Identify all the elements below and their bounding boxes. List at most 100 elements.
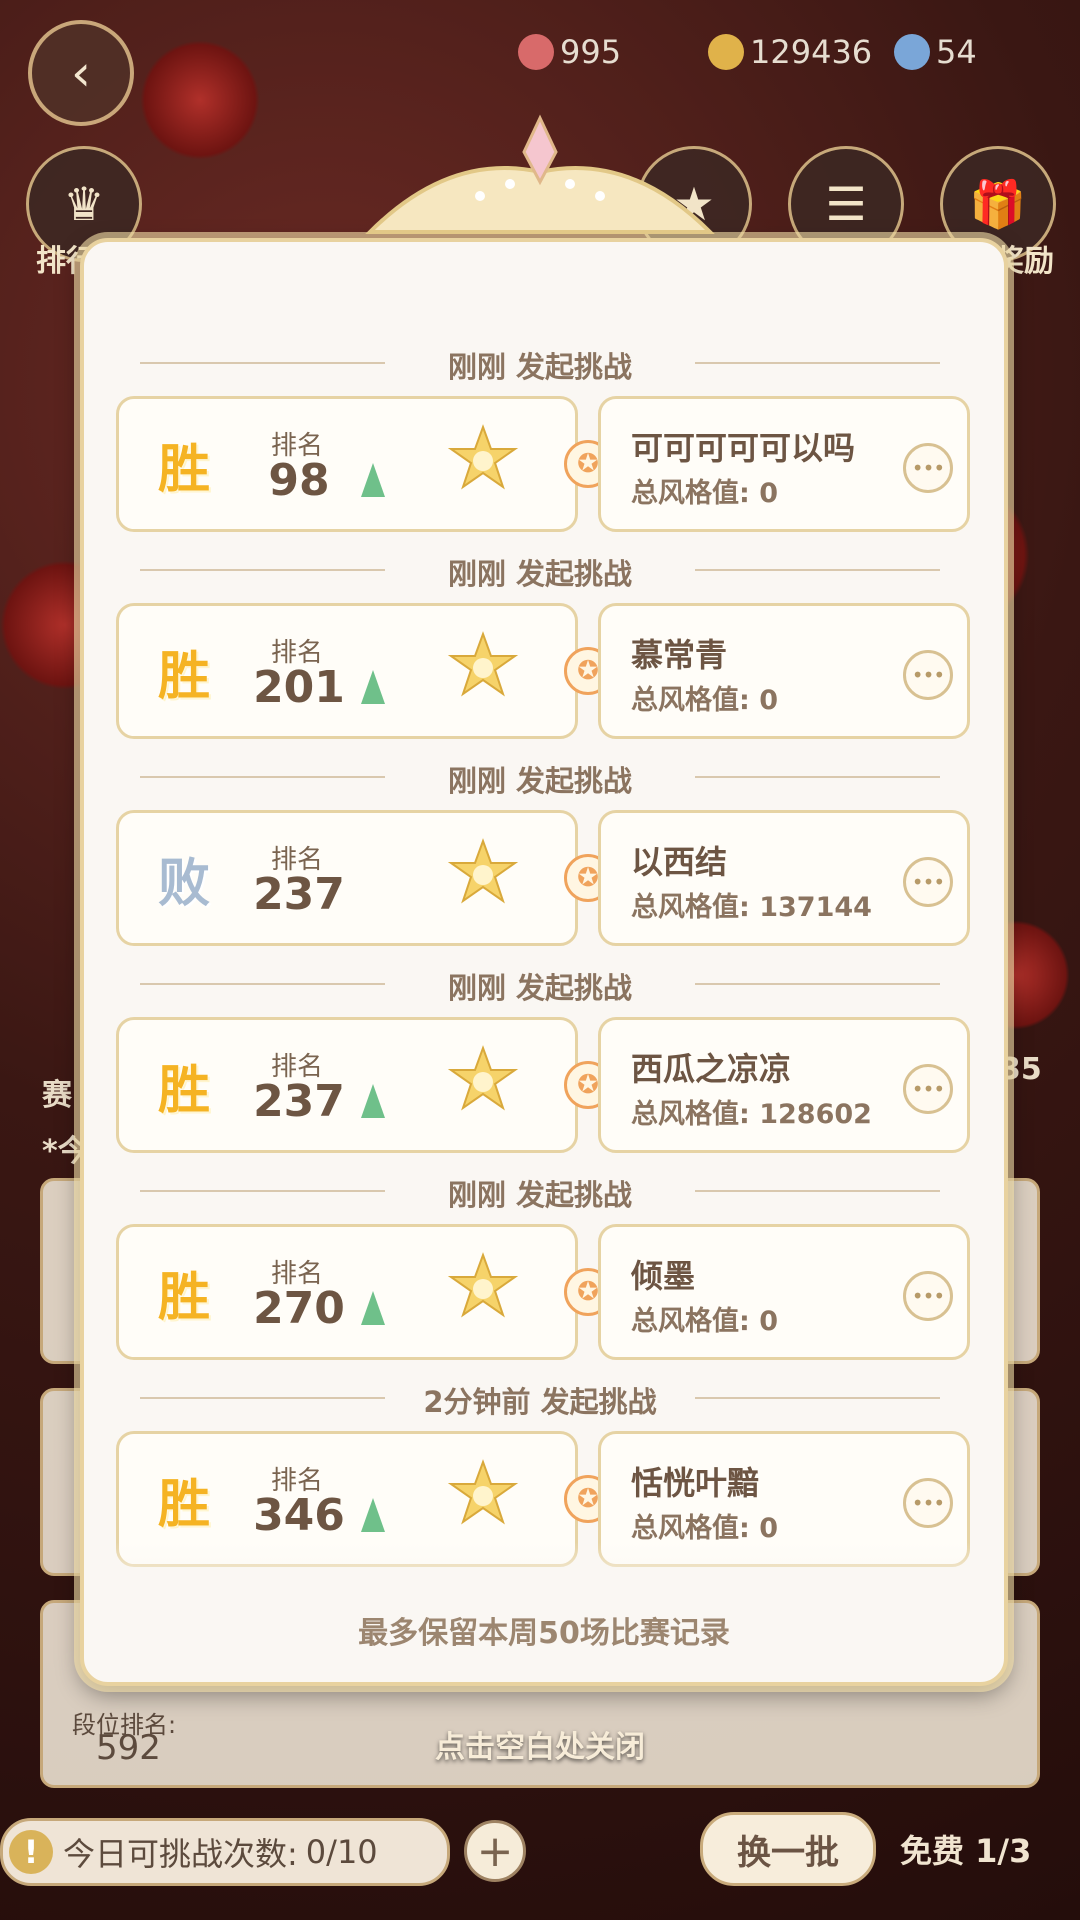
entry-header: 刚刚 发起挑战 [140, 549, 940, 591]
opponent-name: 可可可可可以吗 [631, 429, 856, 467]
top-bar: ‹ 995 129436 54 [0, 0, 1080, 126]
more-options-button[interactable]: ••• [903, 1064, 953, 1114]
back-button[interactable]: ‹ [28, 20, 134, 126]
entry-header: 刚刚 发起挑战 [140, 342, 940, 384]
rank-up-icon [361, 670, 385, 704]
more-options-button[interactable]: ••• [903, 1271, 953, 1321]
opponent-card: 西瓜之凉凉 总风格值: 128602 ••• [598, 1017, 970, 1153]
entry-header: 刚刚 发起挑战 [140, 963, 940, 1005]
gem-icon [518, 34, 554, 70]
trophy-icon: ♛ [63, 177, 105, 231]
result-card: 败 排名 237 [116, 810, 578, 946]
result-card: 胜 排名 201 [116, 603, 578, 739]
rank-number: 346 [253, 1490, 345, 1541]
entry-time: 刚刚 发起挑战 [447, 350, 633, 384]
result-card: 胜 排名 98 [116, 396, 578, 532]
clipboard-icon: ☰ [825, 177, 867, 231]
opponent-style: 总风格值: 0 [631, 1513, 779, 1544]
more-options-button[interactable]: ••• [903, 443, 953, 493]
divider [695, 569, 940, 571]
star-medal-icon [447, 1459, 519, 1525]
divider [695, 362, 940, 364]
add-challenges-button[interactable]: + [464, 1820, 526, 1882]
rank-up-icon [361, 1498, 385, 1532]
opponent-name: 倾墨 [631, 1257, 696, 1295]
opponent-style: 总风格值: 0 [631, 478, 779, 509]
divider [695, 1397, 940, 1399]
exclamation-icon: ! [9, 1830, 53, 1874]
opponent-style: 总风格值: 0 [631, 685, 779, 716]
entry-time: 2分钟前 发起挑战 [423, 1385, 657, 1419]
rank-number: 237 [253, 1076, 345, 1127]
list-fade [84, 1542, 1004, 1602]
star-medal-icon [447, 424, 519, 490]
result-badge: 胜 [157, 1474, 210, 1535]
result-badge: 胜 [157, 646, 210, 707]
divider [695, 1190, 940, 1192]
star-medal-icon [447, 1252, 519, 1318]
result-badge: 胜 [157, 439, 210, 500]
history-entry: 刚刚 发起挑战 胜 排名 237 ✪ 西瓜之凉凉 总风格值: 128602 ••… [84, 963, 1004, 1170]
star-medal-icon [447, 838, 519, 904]
entry-header: 2分钟前 发起挑战 [140, 1377, 940, 1419]
crystal-count: 54 [936, 33, 977, 71]
divider [695, 776, 940, 778]
opponent-name: 西瓜之凉凉 [631, 1050, 792, 1088]
opponent-name: 以西结 [631, 843, 728, 881]
opponent-name: 慕常青 [631, 636, 728, 674]
result-card: 胜 排名 270 [116, 1224, 578, 1360]
history-entry: 刚刚 发起挑战 败 排名 237 ✪ 以西结 总风格值: 137144 ••• [84, 756, 1004, 963]
opponent-card: 倾墨 总风格值: 0 ••• [598, 1224, 970, 1360]
rank-number: 270 [253, 1283, 345, 1334]
crown-ornament-icon [365, 114, 715, 234]
close-hint: 点击空白处关闭 [435, 1730, 645, 1765]
more-options-button[interactable]: ••• [903, 857, 953, 907]
coin-icon [708, 34, 744, 70]
more-options-button[interactable]: ••• [903, 650, 953, 700]
opponent-card: 可可可可可以吗 总风格值: 0 ••• [598, 396, 970, 532]
rank-up-icon [361, 1084, 385, 1118]
result-badge: 胜 [157, 1267, 210, 1328]
currency-gems: 995 [518, 30, 621, 74]
entry-time: 刚刚 发起挑战 [447, 557, 633, 591]
opponent-style: 总风格值: 137144 [631, 892, 872, 923]
partial-text: 赛 [42, 1078, 72, 1113]
challenge-count-label: 今日可挑战次数: [63, 1835, 298, 1873]
free-refresh-count: 免费 1/3 [900, 1832, 1032, 1870]
entry-time: 刚刚 发起挑战 [447, 971, 633, 1005]
rank-number: 237 [253, 869, 345, 920]
plus-icon: + [476, 1825, 514, 1877]
rank-up-icon [361, 463, 385, 497]
challenge-count-value: 0/10 [305, 1833, 378, 1871]
rank-number: 98 [268, 455, 330, 506]
more-options-button[interactable]: ••• [903, 1478, 953, 1528]
currency-crystals: 54 [894, 30, 977, 74]
history-entry: 刚刚 发起挑战 胜 排名 201 ✪ 慕常青 总风格值: 0 ••• [84, 549, 1004, 756]
divider [695, 983, 940, 985]
opponent-card: 慕常青 总风格值: 0 ••• [598, 603, 970, 739]
history-footer-note: 最多保留本周50场比赛记录 [358, 1616, 730, 1651]
coin-count: 129436 [750, 33, 873, 71]
rank-number: 201 [253, 662, 345, 713]
daily-challenge-counter: ! 今日可挑战次数: 0/10 [0, 1818, 450, 1886]
gem-count: 995 [560, 33, 622, 71]
refresh-opponents-button[interactable]: 换一批 [700, 1812, 876, 1886]
gift-icon: 🎁 [969, 176, 1027, 231]
history-entry: 刚刚 发起挑战 胜 排名 98 ✪ 可可可可可以吗 总风格值: 0 ••• [84, 342, 1004, 549]
battle-history-modal: 刚刚 发起挑战 胜 排名 98 ✪ 可可可可可以吗 总风格值: 0 ••• 刚刚… [80, 238, 1008, 1686]
opponent-style: 总风格值: 128602 [631, 1099, 872, 1130]
opponent-style: 总风格值: 0 [631, 1306, 779, 1337]
star-medal-icon [447, 1045, 519, 1111]
star-medal-icon [447, 631, 519, 697]
entry-header: 刚刚 发起挑战 [140, 1170, 940, 1212]
entry-time: 刚刚 发起挑战 [447, 1178, 633, 1212]
leaf-back-icon: ‹ [71, 44, 91, 102]
entry-time: 刚刚 发起挑战 [447, 764, 633, 798]
currency-coins: 129436 [708, 30, 872, 74]
entry-header: 刚刚 发起挑战 [140, 756, 940, 798]
opponent-name: 恬恍叶黯 [631, 1464, 760, 1502]
history-entry: 刚刚 发起挑战 胜 排名 270 ✪ 倾墨 总风格值: 0 ••• [84, 1170, 1004, 1377]
result-badge: 胜 [157, 1060, 210, 1121]
rank-up-icon [361, 1291, 385, 1325]
opponent-card: 以西结 总风格值: 137144 ••• [598, 810, 970, 946]
